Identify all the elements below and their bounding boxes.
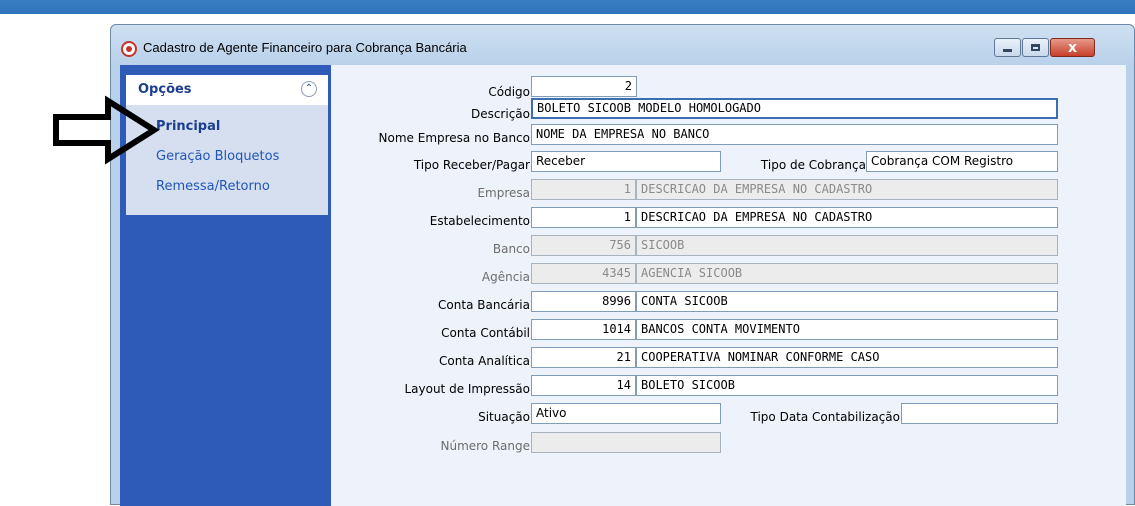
- conta-bancaria-desc-field[interactable]: CONTA SICOOB: [636, 291, 1058, 312]
- empresa-label: Empresa: [477, 186, 530, 200]
- conta-analitica-label: Conta Analítica: [438, 354, 530, 368]
- layout-impressao-desc-field[interactable]: BOLETO SICOOB: [636, 375, 1058, 396]
- agencia-code-field: 4345: [531, 263, 636, 284]
- situacao-label: Situação: [478, 410, 530, 424]
- estabelecimento-label: Estabelecimento: [429, 214, 530, 228]
- banco-desc-field: SICOOB: [636, 235, 1058, 256]
- collapse-chevron-icon[interactable]: ⌃: [301, 81, 317, 97]
- codigo-field[interactable]: 2: [531, 76, 637, 97]
- desktop-background: [0, 0, 1135, 14]
- numero-range-field: [531, 432, 721, 453]
- conta-analitica-code-field[interactable]: 21: [531, 347, 636, 368]
- descricao-field[interactable]: BOLETO SICOOB MODELO HOMOLOGADO: [531, 98, 1058, 119]
- agencia-desc-field: AGENCIA SICOOB: [636, 263, 1058, 284]
- sidebar-item-geracao-bloquetos[interactable]: Geração Bloquetos: [156, 149, 279, 164]
- desktop-background-left: [0, 14, 110, 505]
- banco-label: Banco: [492, 242, 530, 256]
- situacao-select[interactable]: Ativo: [531, 403, 721, 424]
- maximize-icon: [1031, 44, 1040, 51]
- estabelecimento-code-field[interactable]: 1: [531, 207, 636, 228]
- conta-bancaria-code-field[interactable]: 8996: [531, 291, 636, 312]
- nome-empresa-field[interactable]: NOME DA EMPRESA NO BANCO: [531, 124, 1058, 145]
- empresa-code-field: 1: [531, 179, 636, 200]
- close-icon: x: [1067, 39, 1078, 56]
- tipo-receber-pagar-select[interactable]: Receber: [531, 151, 721, 172]
- maximize-button[interactable]: [1022, 38, 1049, 57]
- minimize-button[interactable]: [994, 38, 1021, 57]
- conta-contabil-code-field[interactable]: 1014: [531, 319, 636, 340]
- tipo-data-contabilizacao-select[interactable]: [901, 403, 1058, 424]
- empresa-desc-field: DESCRICAO DA EMPRESA NO CADASTRO: [636, 179, 1058, 200]
- layout-impressao-label: Layout de Impressão: [404, 382, 530, 396]
- descricao-label: Descrição: [470, 107, 530, 121]
- minimize-icon: [1003, 49, 1012, 52]
- window-title: Cadastro de Agente Financeiro para Cobra…: [143, 40, 467, 55]
- nome-empresa-label: Nome Empresa no Banco: [378, 131, 530, 145]
- tipo-data-contabilizacao-label: Tipo Data Contabilização: [750, 410, 900, 424]
- window-client-area: Opções ⌃ Principal Geração Bloquetos Rem…: [120, 65, 1126, 506]
- tipo-cobranca-label: Tipo de Cobrança: [760, 158, 866, 172]
- tipo-cobranca-select[interactable]: Cobrança COM Registro: [866, 151, 1058, 172]
- codigo-label: Código: [488, 85, 530, 99]
- sidebar-item-principal[interactable]: Principal: [156, 119, 220, 134]
- numero-range-label: Número Range: [440, 439, 530, 453]
- sidebar-item-remessa-retorno[interactable]: Remessa/Retorno: [156, 179, 270, 194]
- estabelecimento-desc-field[interactable]: DESCRICAO DA EMPRESA NO CADASTRO: [636, 207, 1058, 228]
- conta-analitica-desc-field[interactable]: COOPERATIVA NOMINAR CONFORME CASO: [636, 347, 1058, 368]
- close-button[interactable]: x: [1050, 38, 1095, 57]
- conta-contabil-desc-field[interactable]: BANCOS CONTA MOVIMENTO: [636, 319, 1058, 340]
- pointing-arrow-icon: [53, 95, 160, 165]
- title-bar[interactable]: Cadastro de Agente Financeiro para Cobra…: [111, 25, 1134, 65]
- banco-code-field: 756: [531, 235, 636, 256]
- layout-impressao-code-field[interactable]: 14: [531, 375, 636, 396]
- conta-contabil-label: Conta Contábil: [441, 326, 530, 340]
- app-record-icon: [121, 41, 137, 57]
- agencia-label: Agência: [481, 270, 530, 284]
- tipo-receber-pagar-label: Tipo Receber/Pagar: [413, 158, 530, 172]
- conta-bancaria-label: Conta Bancária: [438, 298, 530, 312]
- main-window: Cadastro de Agente Financeiro para Cobra…: [110, 24, 1135, 506]
